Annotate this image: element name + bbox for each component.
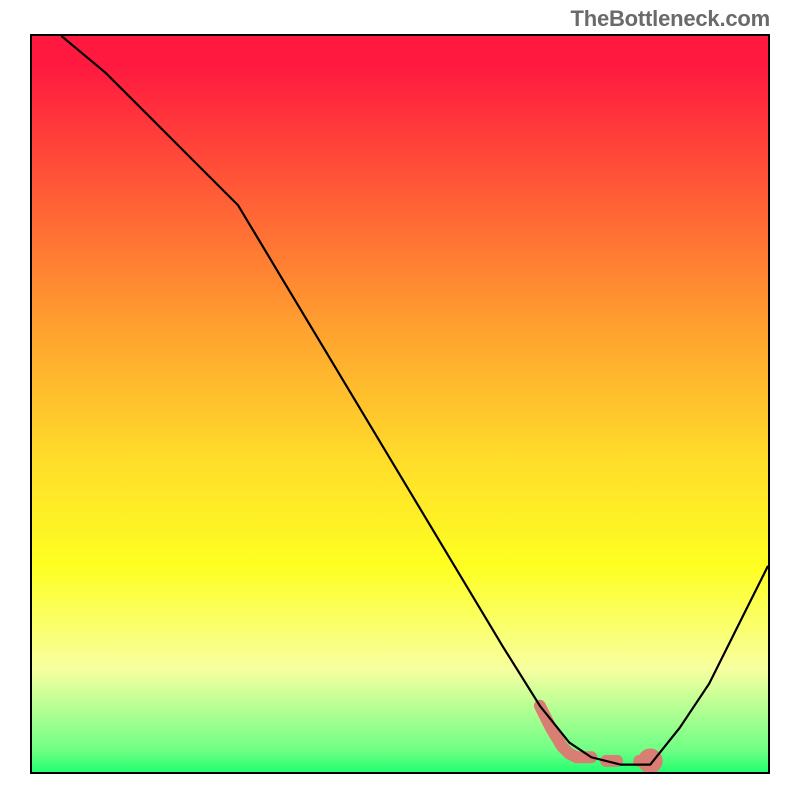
heatmap-gradient: [32, 36, 768, 772]
chart-container: TheBottleneck.com: [0, 0, 800, 800]
plot-frame: [30, 34, 770, 774]
watermark-text: TheBottleneck.com: [570, 6, 770, 32]
